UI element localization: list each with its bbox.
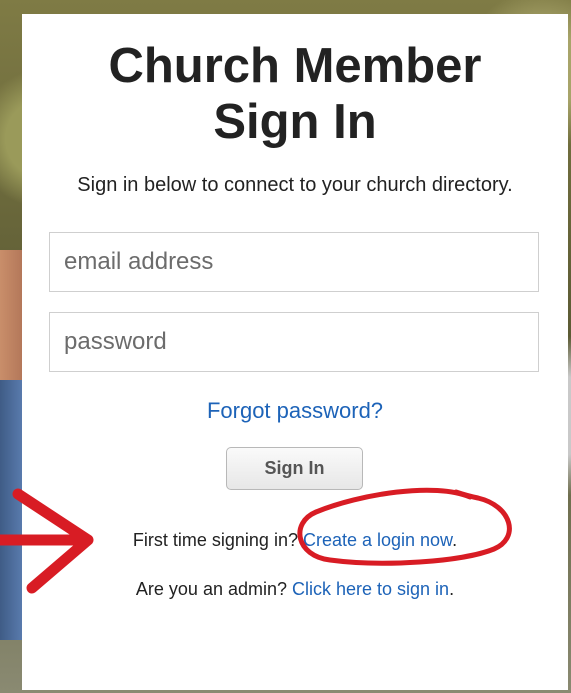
title-line-2: Sign In (213, 95, 377, 149)
first-time-prefix: First time signing in? (132, 530, 303, 550)
first-time-suffix: . (452, 530, 458, 550)
first-time-text: First time signing in? Create a login no… (22, 530, 568, 551)
page-title: Church Member Sign In (22, 38, 568, 150)
password-input[interactable] (49, 312, 539, 372)
admin-signin-link[interactable]: Click here to sign in (292, 579, 449, 599)
background-shirt (0, 380, 24, 640)
admin-prefix: Are you an admin? (135, 579, 292, 599)
admin-suffix: . (449, 579, 455, 599)
forgot-password-link[interactable]: Forgot password? (22, 398, 568, 424)
signin-card: Church Member Sign In Sign in below to c… (22, 14, 568, 690)
subtitle: Sign in below to connect to your church … (77, 174, 513, 196)
admin-text: Are you an admin? Click here to sign in. (22, 579, 568, 600)
sign-in-button[interactable]: Sign In (226, 447, 363, 490)
title-line-1: Church Member (108, 39, 482, 93)
create-login-link[interactable]: Create a login now (303, 530, 452, 550)
email-input[interactable] (49, 232, 539, 292)
